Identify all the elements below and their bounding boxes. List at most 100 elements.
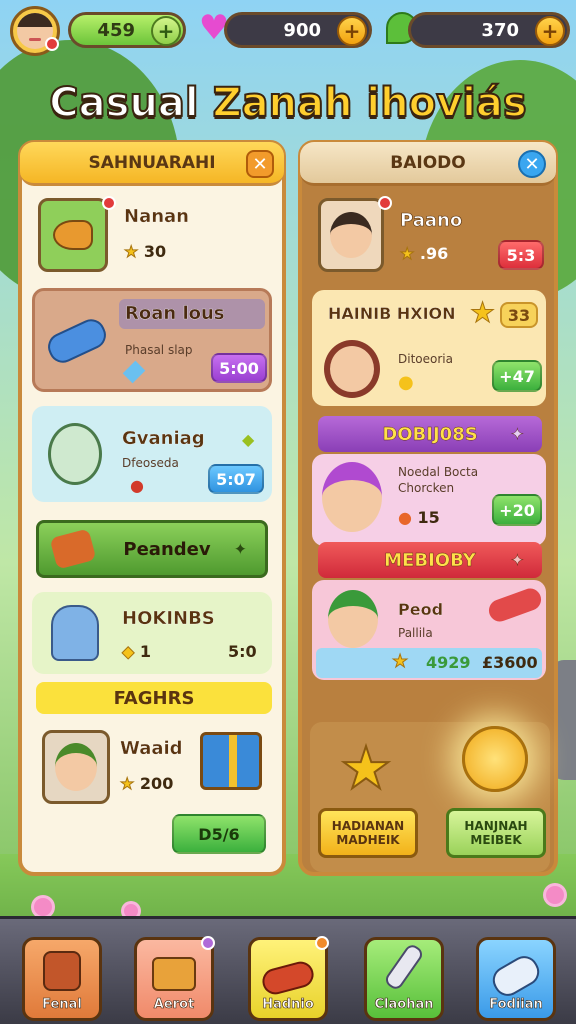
tab-label: Fenal [42, 997, 82, 1013]
close-left-panel-button[interactable]: ✕ [246, 150, 274, 178]
item-subtitle: Dfeoseda [122, 456, 179, 470]
list-item[interactable]: Nanan ★ 30 [32, 194, 272, 278]
right-panel-header: BAIODO ✕ [300, 142, 556, 186]
bottom-tab-bar: Fenal Aerot Hadnio Claohan Fodiian [0, 916, 576, 1024]
item-name: Waaid [120, 738, 183, 759]
diamond-star-icon: ◆ [121, 642, 135, 662]
add-gems-button[interactable]: + [337, 16, 367, 46]
shop-panel-left: SAHNUARAHI ✕ Nanan ★ 30 Roan lous Phasal… [18, 140, 286, 876]
add-leaves-button[interactable]: + [535, 16, 565, 46]
left-panel-title: SAHNUARAHI [88, 152, 216, 173]
section-title: DOBIJ08S [382, 423, 478, 445]
section-title: MEBIOBY [384, 549, 476, 571]
gift-box-icon [200, 732, 262, 790]
tab-aerot[interactable]: Aerot [134, 936, 215, 1021]
claim-button[interactable]: D5/6 [172, 814, 266, 854]
add-button[interactable]: +47 [492, 360, 542, 392]
card-name: Peod [398, 600, 444, 619]
item-subtitle: Phasal slap [125, 343, 193, 357]
feather-icon [49, 528, 97, 570]
card-subtitle: Pallila [398, 626, 433, 640]
witch-avatar-icon [322, 462, 382, 532]
category-banner[interactable]: Peandev ✦ [36, 520, 268, 578]
reward-button-2[interactable]: HANJNAH MEIBEK [446, 808, 546, 858]
profile-value: .96 [419, 244, 449, 263]
close-right-panel-button[interactable]: ✕ [518, 150, 546, 178]
pin-icon: ✦ [233, 539, 247, 559]
shop-panel-right: BAIODO ✕ Paano ★ .96 5:3 HAINIB HXION ★ … [298, 140, 558, 876]
star-icon: ★ [399, 244, 415, 264]
item-name: HOKINBS [122, 608, 215, 629]
horn-icon [38, 198, 108, 272]
backpack-icon [43, 951, 81, 991]
item-value: 30 [143, 242, 167, 261]
notification-badge [201, 936, 215, 950]
brush-icon [382, 942, 426, 992]
section-badge: 33 [500, 302, 538, 328]
chest-icon [152, 957, 196, 991]
tab-label: Aerot [153, 997, 195, 1013]
section-title: HAINIB HXION [328, 304, 456, 323]
tab-hadnio[interactable]: Hadnio [248, 936, 329, 1021]
list-item[interactable]: Peod Pallila ★ 4929 £3600 [312, 580, 546, 680]
list-item[interactable]: Gvaniag ◆ Dfeoseda ● 5:07 [32, 406, 272, 502]
reward-button-1[interactable]: HADIANAN MADHEIK [318, 808, 418, 858]
item-value: 200 [139, 774, 174, 793]
curly-girl-avatar-icon [324, 340, 380, 398]
star-icon: ★ [469, 296, 496, 330]
star-icon: ★ [391, 651, 409, 673]
list-item[interactable]: HOKINBS ◆ 1 5:0 [32, 592, 272, 674]
elf-avatar-icon [328, 590, 378, 648]
notification-badge [45, 37, 59, 51]
profile-avatar-icon [318, 198, 384, 272]
tab-fodiian[interactable]: Fodiian [476, 937, 556, 1021]
item-name: Gvaniag [122, 428, 205, 449]
rewards-area: ★ HADIANAN MADHEIK HANJNAH MEIBEK [310, 722, 550, 872]
add-button[interactable]: +20 [492, 494, 542, 526]
notification-badge [378, 196, 392, 210]
strip-label: FAGHRS [113, 687, 195, 709]
profile-name: Paano [400, 210, 463, 232]
tab-claohan[interactable]: Claohan [364, 937, 444, 1021]
section-banner-red[interactable]: MEBIOBY ✦ [318, 542, 542, 578]
star-character-icon: ★ [339, 733, 393, 803]
tab-fenal[interactable]: Fenal [22, 937, 102, 1021]
coin-counter: 459 + [68, 12, 186, 48]
buy-button[interactable]: 5:07 [208, 464, 264, 494]
profile-price-button[interactable]: 5:3 [498, 240, 544, 270]
notification-badge [315, 936, 329, 950]
gold-coin-icon [462, 726, 528, 792]
tab-label: Hadnio [262, 997, 314, 1013]
right-panel-title: BAIODO [390, 152, 466, 173]
buy-button[interactable]: 5:00 [211, 353, 267, 383]
category-strip: FAGHRS [36, 682, 272, 714]
left-panel-header: SAHNUARAHI ✕ [20, 142, 284, 186]
gold-drop-icon: ● [398, 372, 414, 393]
section-banner-purple[interactable]: DOBIJ08S ✦ [318, 416, 542, 452]
card-subtitle: Noedal Bocta Chorcken [398, 465, 479, 495]
coin-value: 459 [97, 19, 135, 41]
title-part-1: Casual [48, 79, 213, 127]
tab-label: Claohan [374, 997, 434, 1013]
candy-icon [259, 958, 317, 998]
list-item[interactable]: Noedal Bocta Chorcken ● 15 +20 [312, 454, 546, 546]
wizard-avatar-icon [44, 596, 106, 670]
profile-card[interactable]: Paano ★ .96 5:3 [310, 194, 546, 278]
berry-icon: ● [130, 476, 144, 495]
add-coins-button[interactable]: + [151, 16, 181, 46]
player-avatar[interactable] [10, 6, 60, 56]
leaf-value: 370 [481, 19, 519, 41]
pin-icon: ✦ [510, 550, 524, 570]
card-value: 15 [417, 508, 440, 527]
ghost-creature-icon [40, 412, 110, 496]
item-value: 1 [139, 642, 152, 661]
section-hainib: HAINIB HXION ★ 33 Ditoeoria ● +47 [312, 290, 546, 406]
stats-bar: ★ 4929 £3600 [316, 648, 542, 678]
list-item[interactable]: Waaid ★ 200 D5/6 [32, 724, 272, 864]
hero-avatar-icon [42, 730, 110, 804]
fire-drop-icon: ● [398, 508, 412, 527]
resource-bar: 459 + ♥ 900 + 370 + [6, 6, 570, 56]
list-item[interactable]: Roan lous Phasal slap 5:00 [32, 288, 272, 392]
banner-label: Peandev [123, 538, 211, 560]
crystal-icon [122, 360, 146, 384]
